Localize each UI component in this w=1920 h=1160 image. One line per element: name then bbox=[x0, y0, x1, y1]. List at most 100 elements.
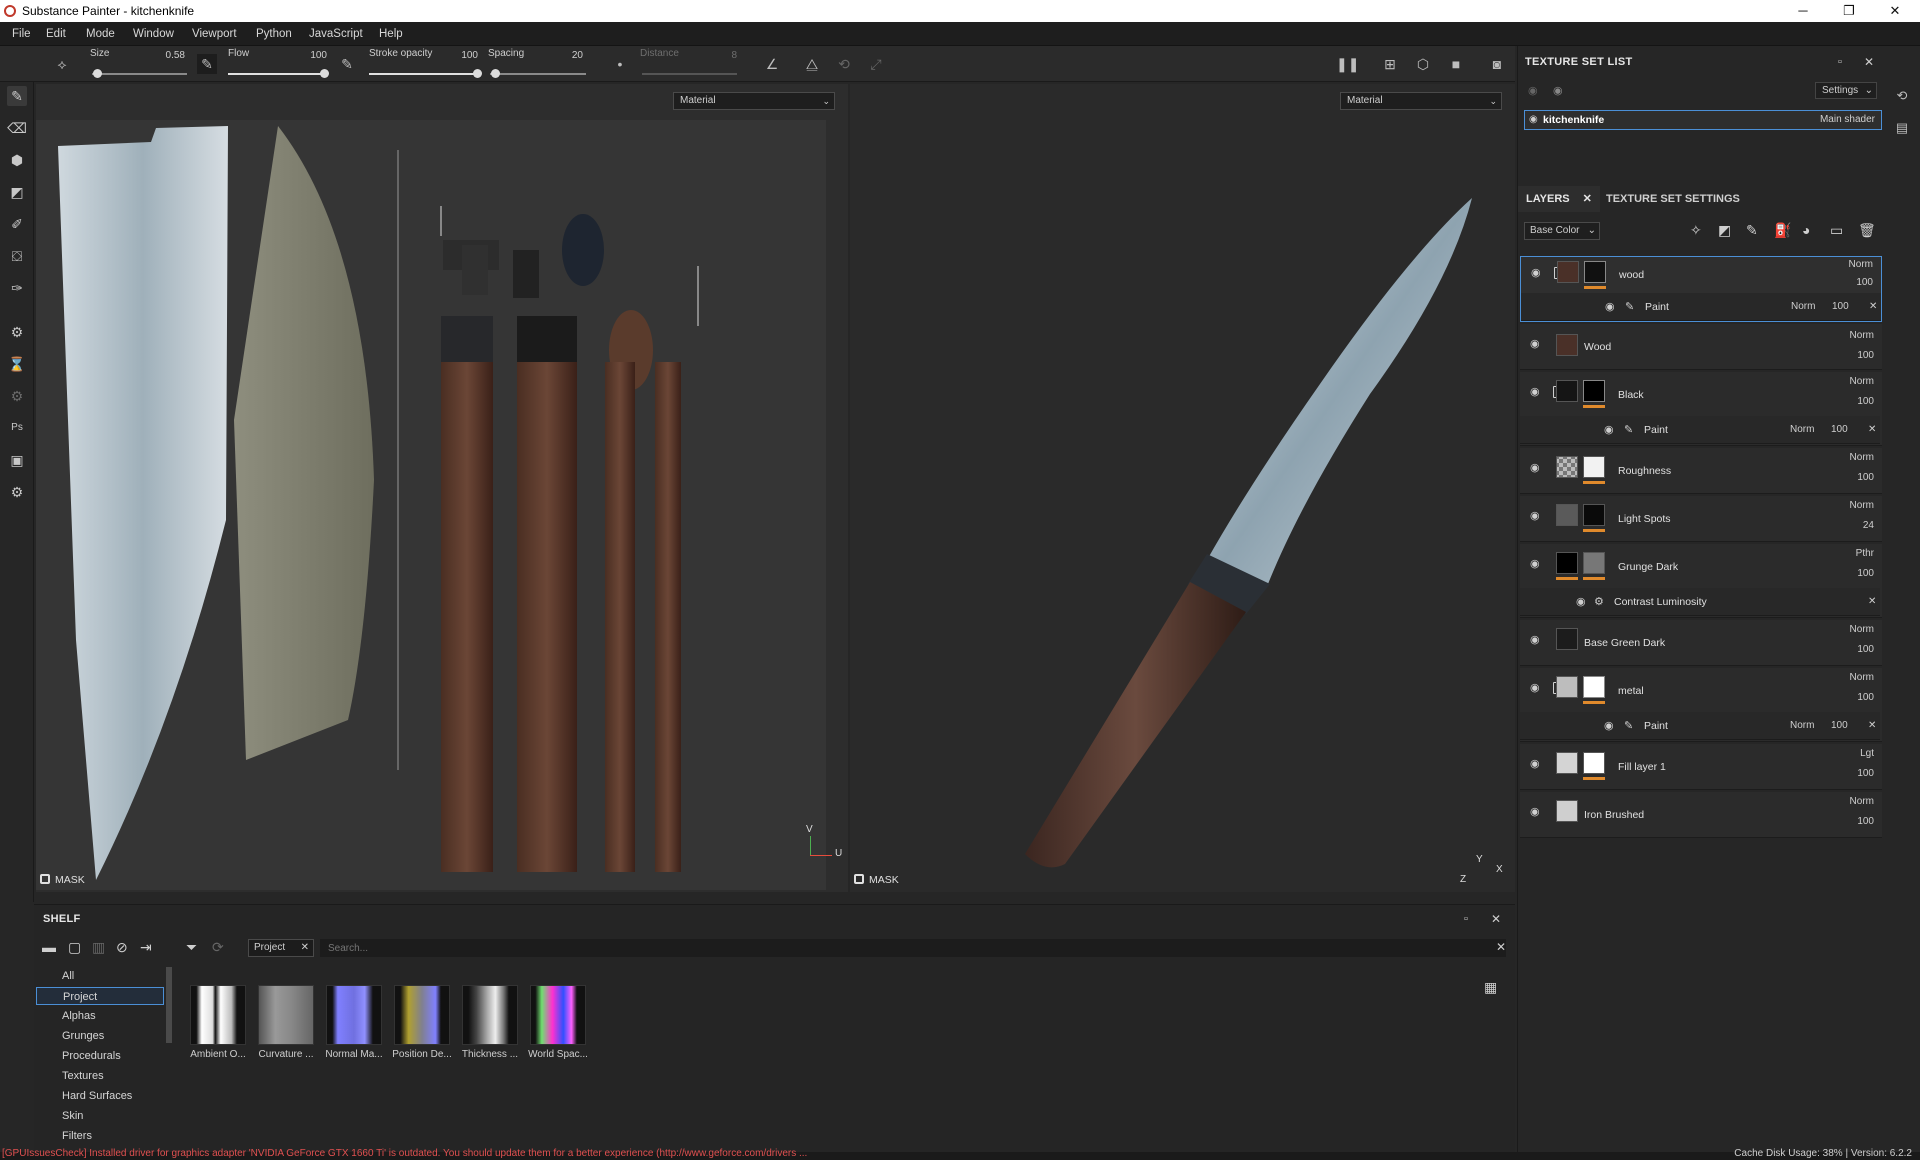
eye-icon[interactable]: ◉ bbox=[1530, 681, 1544, 695]
layer-opacity[interactable]: 100 bbox=[1857, 816, 1874, 827]
layer-opacity[interactable]: 24 bbox=[1863, 520, 1874, 531]
flow-pressure-icon[interactable]: ✎ bbox=[337, 54, 357, 74]
effect-opacity[interactable]: 100 bbox=[1831, 424, 1848, 435]
camera-icon[interactable]: ■ bbox=[1446, 54, 1466, 74]
add-mask-icon[interactable]: ◩ bbox=[1718, 222, 1731, 239]
layer-light-spots[interactable]: ◉ Light Spots Norm 24 bbox=[1520, 496, 1882, 542]
layer-wood[interactable]: ◉ wood Norm 100 ◉ ✎ Paint Norm 100 ✕ bbox=[1520, 256, 1882, 322]
eye-icon[interactable]: ◉ bbox=[1553, 84, 1563, 97]
layer-name[interactable]: Grunge Dark bbox=[1618, 561, 1678, 573]
shelf-category-textures[interactable]: Textures bbox=[36, 1067, 164, 1085]
maximize-button[interactable]: ❐ bbox=[1826, 1, 1872, 21]
layer-opacity[interactable]: 100 bbox=[1857, 396, 1874, 407]
layer-name[interactable]: Base Green Dark bbox=[1584, 637, 1665, 649]
layer-opacity[interactable]: 100 bbox=[1857, 692, 1874, 703]
shelf-category-procedurals[interactable]: Procedurals bbox=[36, 1047, 164, 1065]
spacing-slider[interactable] bbox=[490, 73, 586, 75]
polygon-fill-icon[interactable]: ◩ bbox=[7, 182, 27, 202]
new-shelf-icon[interactable]: ▢ bbox=[68, 939, 81, 956]
mask-thumbnail[interactable] bbox=[1583, 380, 1605, 402]
display-mode-icon[interactable]: ⬡ bbox=[1413, 54, 1433, 74]
mask-thumbnail[interactable] bbox=[1583, 456, 1605, 478]
blend-mode[interactable]: Norm bbox=[1850, 330, 1874, 341]
float-panel-icon[interactable]: ▫ bbox=[1838, 56, 1842, 68]
remove-effect-icon[interactable]: ✕ bbox=[1868, 596, 1876, 607]
layer-metal[interactable]: ◉ metal Norm 100 ◉ ✎ Paint Norm 100 ✕ bbox=[1520, 668, 1882, 742]
close-tab-icon[interactable]: ✕ bbox=[1583, 193, 1592, 205]
eye-icon[interactable]: ◉ bbox=[1529, 114, 1538, 125]
effect-opacity[interactable]: 100 bbox=[1832, 301, 1849, 312]
iray-icon[interactable]: ⚙ bbox=[7, 386, 27, 406]
close-panel-icon[interactable]: ✕ bbox=[1491, 912, 1501, 926]
hide-icon[interactable]: ⊘ bbox=[116, 939, 128, 956]
stroke-opacity-value[interactable]: 100 bbox=[448, 50, 478, 61]
blend-mode[interactable]: Norm bbox=[1849, 259, 1873, 270]
add-fill-layer-icon[interactable]: ⛽ bbox=[1774, 222, 1791, 239]
shelf-category-all[interactable]: All bbox=[36, 967, 164, 985]
shelf-category-filters[interactable]: Filters bbox=[36, 1127, 164, 1139]
eye-icon[interactable]: ◉ bbox=[1605, 300, 1615, 313]
tab-texture-set-settings[interactable]: TEXTURE SET SETTINGS bbox=[1598, 186, 1748, 212]
projection-icon[interactable]: ⬢ bbox=[7, 150, 27, 170]
mask-thumbnail[interactable] bbox=[1584, 261, 1606, 283]
layer-wood-fill[interactable]: ◉ Wood Norm 100 bbox=[1520, 324, 1882, 370]
remove-effect-icon[interactable]: ✕ bbox=[1868, 720, 1876, 731]
layer-name[interactable]: Roughness bbox=[1618, 465, 1671, 477]
eye-icon[interactable]: ◉ bbox=[1530, 557, 1544, 571]
paint-brush-icon[interactable]: ✎ bbox=[7, 86, 27, 106]
status-error-message[interactable]: [GPUIssuesCheck] Installed driver for gr… bbox=[2, 1148, 807, 1159]
delete-layer-icon[interactable]: 🗑 bbox=[1858, 222, 1876, 239]
eye-icon[interactable]: ◉ bbox=[1604, 719, 1614, 732]
shelf-category-hard-surfaces[interactable]: Hard Surfaces bbox=[36, 1087, 164, 1105]
menu-python[interactable]: Python bbox=[256, 28, 292, 40]
menu-file[interactable]: File bbox=[12, 28, 31, 40]
shelf-asset[interactable]: Thickness ... bbox=[458, 985, 522, 1060]
texture-set-item[interactable]: ◉ kitchenknife Main shader bbox=[1524, 110, 1882, 130]
spacing-slider-knob[interactable] bbox=[490, 69, 500, 78]
layer-fill-layer-1[interactable]: ◉ Fill layer 1 Lgt 100 bbox=[1520, 744, 1882, 790]
bake-icon[interactable]: ⌛ bbox=[7, 354, 27, 374]
layer-name[interactable]: wood bbox=[1619, 269, 1644, 281]
history-icon[interactable]: ⟲ bbox=[1893, 88, 1911, 106]
close-panel-icon[interactable]: ✕ bbox=[1864, 55, 1874, 69]
import-icon[interactable]: ⇥ bbox=[140, 939, 152, 956]
layer-opacity[interactable]: 100 bbox=[1857, 768, 1874, 779]
blend-mode[interactable]: Lgt bbox=[1860, 748, 1874, 759]
eraser-icon[interactable]: ⌫ bbox=[7, 118, 27, 138]
folder-icon[interactable]: ▬ bbox=[42, 939, 56, 955]
stroke-opacity-slider-knob[interactable] bbox=[473, 69, 482, 78]
layer-name[interactable]: Iron Brushed bbox=[1584, 809, 1644, 821]
menu-mode[interactable]: Mode bbox=[86, 28, 115, 40]
eye-icon[interactable]: ◉ bbox=[1530, 385, 1544, 399]
menu-javascript[interactable]: JavaScript bbox=[309, 28, 363, 40]
shelf-category-grunges[interactable]: Grunges bbox=[36, 1027, 164, 1045]
photoshop-export-icon[interactable]: Ps bbox=[7, 418, 27, 438]
eye-icon[interactable]: ◉ bbox=[1576, 595, 1586, 608]
float-panel-icon[interactable]: ▫ bbox=[1464, 913, 1468, 925]
mask-thumbnail[interactable] bbox=[1583, 676, 1605, 698]
angle-icon[interactable]: ∠ bbox=[762, 54, 782, 74]
layer-black[interactable]: ◉ Black Norm 100 ◉ ✎ Paint Norm 100 ✕ bbox=[1520, 372, 1882, 446]
eye-icon[interactable]: ◉ bbox=[1530, 633, 1544, 647]
screenshot-icon[interactable]: ◙ bbox=[1487, 54, 1507, 74]
refresh-icon[interactable]: ⟳ bbox=[212, 939, 224, 956]
layer-opacity[interactable]: 100 bbox=[1857, 644, 1874, 655]
menu-viewport[interactable]: Viewport bbox=[192, 28, 237, 40]
menu-help[interactable]: Help bbox=[379, 28, 403, 40]
menu-window[interactable]: Window bbox=[133, 28, 174, 40]
blend-mode[interactable]: Norm bbox=[1850, 796, 1874, 807]
layer-opacity[interactable]: 100 bbox=[1857, 568, 1874, 579]
blend-mode[interactable]: Norm bbox=[1850, 672, 1874, 683]
layer-name[interactable]: Fill layer 1 bbox=[1618, 761, 1666, 773]
blend-mode[interactable]: Norm bbox=[1850, 624, 1874, 635]
blend-mode[interactable]: Norm bbox=[1850, 500, 1874, 511]
export-icon[interactable]: ▣ bbox=[7, 450, 27, 470]
size-slider[interactable] bbox=[92, 73, 187, 75]
shelf-search-input[interactable] bbox=[320, 939, 1506, 957]
symmetry-icon[interactable]: ⧋ bbox=[802, 54, 822, 74]
menu-edit[interactable]: Edit bbox=[46, 28, 66, 40]
layer-opacity[interactable]: 100 bbox=[1857, 350, 1874, 361]
add-paint-layer-icon[interactable]: ✎ bbox=[1746, 222, 1758, 239]
transform-icon[interactable]: ⤢ bbox=[866, 54, 886, 74]
effect-blend[interactable]: Norm bbox=[1790, 424, 1814, 435]
